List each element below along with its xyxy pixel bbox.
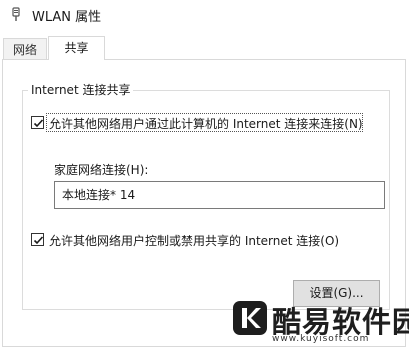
home-network-select[interactable]: 本地连接* 14 <box>54 181 385 209</box>
allow-share-checkbox[interactable] <box>31 116 44 129</box>
window-title: WLAN 属性 <box>32 10 102 25</box>
watermark: 酷易软件园 www.kuyisoft.com <box>232 296 409 347</box>
group-title: Internet 连接共享 <box>28 81 134 98</box>
checkmark-icon <box>33 236 44 245</box>
kuyi-logo-icon <box>232 300 268 336</box>
tab-sharing[interactable]: 共享 <box>48 36 105 60</box>
tab-network[interactable]: 网络 <box>3 38 47 60</box>
watermark-url: www.kuyisoft.com <box>272 334 370 344</box>
allow-control-label[interactable]: 允许其他网络用户控制或禁用共享的 Internet 连接(O) <box>49 232 339 249</box>
allow-share-label[interactable]: 允许其他网络用户通过此计算机的 Internet 连接来连接(N) <box>49 115 363 132</box>
allow-control-checkbox[interactable] <box>31 233 44 246</box>
checkmark-icon <box>33 119 44 128</box>
title-bar: WLAN 属性 <box>0 0 409 30</box>
network-adapter-icon <box>8 7 24 23</box>
home-network-label: 家庭网络连接(H): <box>54 163 149 177</box>
